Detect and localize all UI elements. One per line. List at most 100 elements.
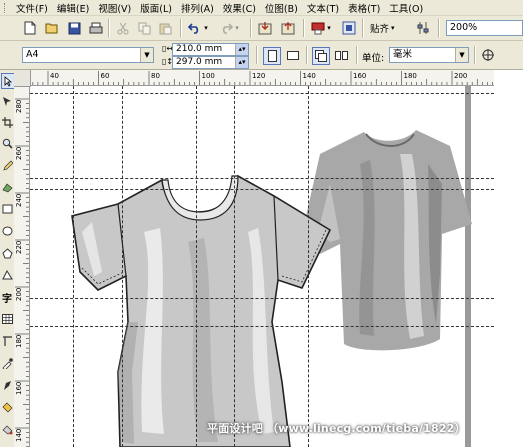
eyedropper-tool-icon[interactable] — [1, 356, 13, 370]
redo-dropdown-icon[interactable]: ▾ — [233, 20, 241, 36]
paste-icon[interactable] — [157, 20, 173, 36]
property-bar: A4 ▼ ▯↔ 210.0 mm ▴▾ ▯↕ 297.0 mm ▴▾ 单位: 毫… — [0, 41, 523, 70]
ruler-origin[interactable] — [14, 70, 31, 87]
landscape-icon[interactable] — [285, 47, 301, 63]
page-height-field[interactable]: 297.0 mm ▴▾ — [172, 56, 249, 69]
ruler-tick-label: 180 — [404, 72, 417, 80]
chevron-down-icon: ▼ — [455, 48, 468, 62]
menu-text[interactable]: 文本(T) — [307, 1, 339, 15]
ellipse-tool-icon[interactable] — [1, 224, 13, 238]
menu-effects[interactable]: 效果(C) — [223, 1, 256, 15]
freehand-tool-icon[interactable] — [1, 158, 13, 172]
page-width-value: 210.0 mm — [176, 44, 223, 54]
guideline-vertical[interactable] — [73, 86, 74, 447]
menu-file[interactable]: 文件(F) — [16, 1, 48, 15]
units-select[interactable]: 毫米 ▼ — [389, 47, 469, 63]
options-icon[interactable] — [415, 20, 431, 36]
horizontal-ruler-ticks: 406080100120140160180200220 — [32, 71, 493, 85]
guideline-horizontal[interactable] — [30, 326, 494, 327]
ruler-tick-label: 160 — [15, 382, 23, 395]
undo-dropdown-icon[interactable]: ▾ — [202, 20, 210, 36]
application-launcher-icon[interactable] — [341, 20, 357, 36]
interactive-fill-icon[interactable] — [1, 422, 13, 436]
paper-size-select[interactable]: A4 ▼ — [22, 47, 154, 63]
zoom-value: 200% — [450, 22, 478, 33]
zoom-level-field[interactable]: 200% — [446, 20, 523, 36]
menu-grip — [4, 3, 9, 13]
guideline-vertical[interactable] — [122, 86, 123, 447]
save-icon[interactable] — [66, 20, 82, 36]
portrait-icon[interactable] — [263, 47, 281, 65]
snap-label: 贴齐 — [370, 24, 390, 35]
redo-icon[interactable] — [218, 20, 234, 36]
fill-tool-icon[interactable] — [1, 400, 13, 414]
paper-size-value: A4 — [26, 49, 39, 60]
chevron-down-icon: ▼ — [140, 48, 153, 62]
ruler-tick-label: 240 — [15, 194, 23, 207]
import-icon[interactable] — [257, 20, 273, 36]
standard-toolbar: ▾ ▾ ▾ 贴齐 ▾ 200% — [0, 16, 523, 41]
pick-tool-icon[interactable] — [1, 73, 15, 89]
text-tool-icon[interactable]: 字 — [1, 290, 13, 305]
menu-bar: 文件(F) 编辑(E) 视图(V) 版面(L) 排列(A) 效果(C) 位图(B… — [0, 0, 523, 16]
ruler-tick-label: 200 — [15, 288, 23, 301]
menu-tools[interactable]: 工具(O) — [389, 1, 423, 15]
snap-to-button[interactable]: 贴齐 ▾ — [370, 20, 395, 36]
units-value: 毫米 — [393, 49, 413, 60]
page-width-field[interactable]: 210.0 mm ▴▾ — [172, 43, 249, 56]
publish-dropdown-icon[interactable]: ▾ — [325, 20, 333, 36]
crop-tool-icon[interactable] — [1, 115, 13, 129]
horizontal-ruler[interactable]: 406080100120140160180200220 — [14, 70, 494, 86]
polygon-tool-icon[interactable] — [1, 246, 13, 260]
basic-shapes-icon[interactable] — [1, 268, 13, 282]
guideline-horizontal[interactable] — [30, 298, 494, 299]
dimension-tool-icon[interactable] — [1, 334, 13, 348]
new-icon[interactable] — [22, 20, 38, 36]
menu-arrange[interactable]: 排列(A) — [181, 1, 214, 15]
open-icon[interactable] — [44, 20, 60, 36]
menu-bitmaps[interactable]: 位图(B) — [265, 1, 298, 15]
guideline-horizontal[interactable] — [30, 93, 494, 94]
ruler-tick-label: 180 — [15, 335, 23, 348]
tshirt-vector[interactable] — [68, 172, 333, 447]
smart-fill-icon[interactable] — [1, 180, 13, 194]
menu-edit[interactable]: 编辑(E) — [57, 1, 89, 15]
menu-table[interactable]: 表格(T) — [348, 1, 380, 15]
ruler-tick-label: 100 — [202, 72, 215, 80]
ruler-tick-label: 280 — [15, 100, 23, 113]
vertical-scrollbar[interactable] — [494, 70, 523, 447]
current-page-icon[interactable] — [334, 47, 350, 63]
cut-icon[interactable] — [115, 20, 131, 36]
all-pages-icon[interactable] — [312, 47, 330, 65]
ruler-tick-label: 80 — [151, 72, 160, 80]
guideline-vertical[interactable] — [308, 86, 309, 447]
guideline-horizontal[interactable] — [30, 189, 494, 190]
width-stepper-icon[interactable]: ▴▾ — [235, 44, 248, 55]
guideline-horizontal[interactable] — [30, 178, 494, 179]
vertical-ruler[interactable]: 280 260 240 220 200 180 160 140 — [14, 85, 30, 447]
print-icon[interactable] — [88, 20, 104, 36]
ruler-tick-label: 160 — [353, 72, 366, 80]
table-tool-icon[interactable] — [1, 312, 13, 326]
menu-layout[interactable]: 版面(L) — [140, 1, 172, 15]
export-icon[interactable] — [280, 20, 296, 36]
ruler-tick-label: 40 — [50, 72, 59, 80]
nudge-distance-icon[interactable] — [480, 47, 496, 63]
menu-view[interactable]: 视图(V) — [98, 1, 131, 15]
height-stepper-icon[interactable]: ▴▾ — [235, 57, 248, 68]
page-height-value: 297.0 mm — [176, 57, 223, 67]
undo-icon[interactable] — [187, 20, 203, 36]
copy-icon[interactable] — [136, 20, 152, 36]
publish-icon[interactable] — [310, 20, 326, 36]
ruler-tick-label: 260 — [15, 147, 23, 160]
guideline-vertical[interactable] — [196, 86, 197, 447]
zoom-tool-icon[interactable] — [1, 136, 13, 150]
ruler-tick-label: 220 — [15, 241, 23, 254]
rectangle-tool-icon[interactable] — [1, 202, 13, 216]
outline-tool-icon[interactable] — [1, 378, 13, 392]
toolbox: 字 — [0, 70, 15, 447]
drawing-canvas[interactable] — [30, 86, 494, 447]
guideline-vertical[interactable] — [234, 86, 235, 447]
ruler-tick-label: 120 — [252, 72, 265, 80]
shape-tool-icon[interactable] — [1, 94, 13, 108]
